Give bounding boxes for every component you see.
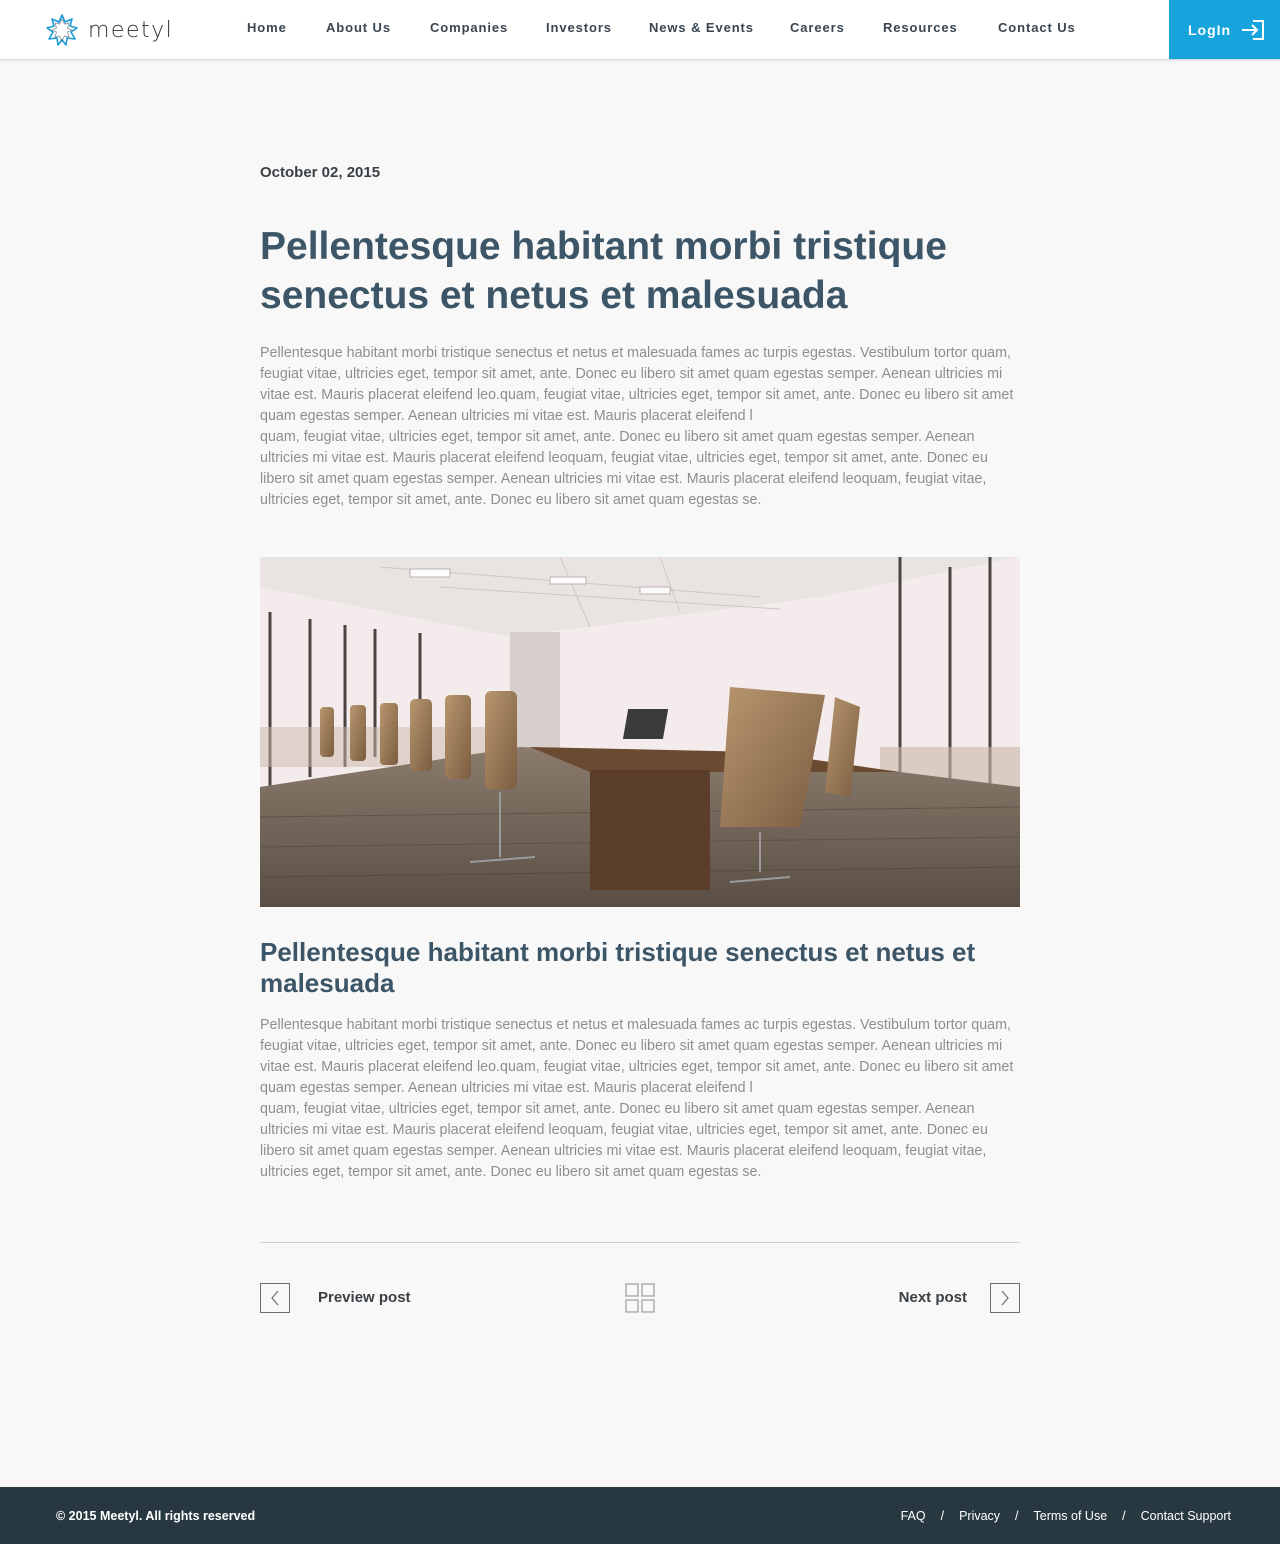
nav-contact-us[interactable]: Contact Us (998, 20, 1076, 35)
nav-careers[interactable]: Careers (790, 20, 845, 35)
footer-link-privacy[interactable]: Privacy (959, 1509, 1000, 1523)
previous-post-link[interactable]: Preview post (318, 1289, 411, 1306)
copyright-text: © 2015 Meetyl. All rights reserved (56, 1509, 256, 1523)
nav-about-us[interactable]: About Us (326, 20, 391, 35)
conference-room-photo (260, 557, 1020, 907)
divider (260, 1242, 1020, 1243)
footer-separator: / (1015, 1509, 1019, 1523)
intro-paragraph-1: Pellentesque habitant morbi tristique se… (260, 345, 1014, 424)
next-post-link[interactable]: Next post (899, 1289, 967, 1306)
body-paragraph-1: Pellentesque habitant morbi tristique se… (260, 1017, 1014, 1096)
all-posts-grid-button[interactable] (625, 1283, 655, 1313)
intro-paragraph-2: quam, feugiat vitae, ultricies eget, tem… (260, 429, 988, 508)
nav-resources[interactable]: Resources (883, 20, 958, 35)
next-post-button[interactable] (990, 1283, 1020, 1313)
post-date: October 02, 2015 (260, 164, 381, 181)
brand-logo[interactable]: meetyl (45, 12, 173, 48)
login-button[interactable]: LogIn (1169, 0, 1280, 59)
post-intro: Pellentesque habitant morbi tristique se… (260, 343, 1020, 511)
footer-link-faq[interactable]: FAQ (901, 1509, 926, 1523)
post-body: Pellentesque habitant morbi tristique se… (260, 1015, 1020, 1183)
grid-icon (625, 1283, 655, 1313)
footer-separator: / (1122, 1509, 1126, 1523)
nav-investors[interactable]: Investors (546, 20, 612, 35)
footer-link-terms[interactable]: Terms of Use (1034, 1509, 1108, 1523)
starburst-logo-icon (46, 14, 78, 46)
login-label: LogIn (1188, 21, 1232, 38)
body-paragraph-2: quam, feugiat vitae, ultricies eget, tem… (260, 1101, 988, 1180)
brand-name: meetyl (88, 17, 174, 43)
footer-separator: / (940, 1509, 945, 1523)
login-arrow-icon (1242, 19, 1265, 40)
footer-link-contact-support[interactable]: Contact Support (1141, 1509, 1231, 1523)
previous-post-button[interactable] (260, 1283, 290, 1313)
chevron-left-icon (271, 1290, 279, 1306)
nav-news-events[interactable]: News & Events (649, 20, 754, 35)
site-header: meetyl Home About Us Companies Investors… (0, 0, 1280, 60)
post-subtitle: Pellentesque habitant morbi tristique se… (260, 937, 976, 998)
footer-links: FAQ / Privacy / Terms of Use / Contact S… (901, 1509, 1231, 1523)
site-footer: © 2015 Meetyl. All rights reserved FAQ /… (0, 1487, 1280, 1544)
chevron-right-icon (1001, 1290, 1009, 1306)
nav-companies[interactable]: Companies (430, 20, 508, 35)
post-title: Pellentesque habitant morbi tristique se… (260, 225, 947, 317)
nav-home[interactable]: Home (247, 20, 287, 35)
